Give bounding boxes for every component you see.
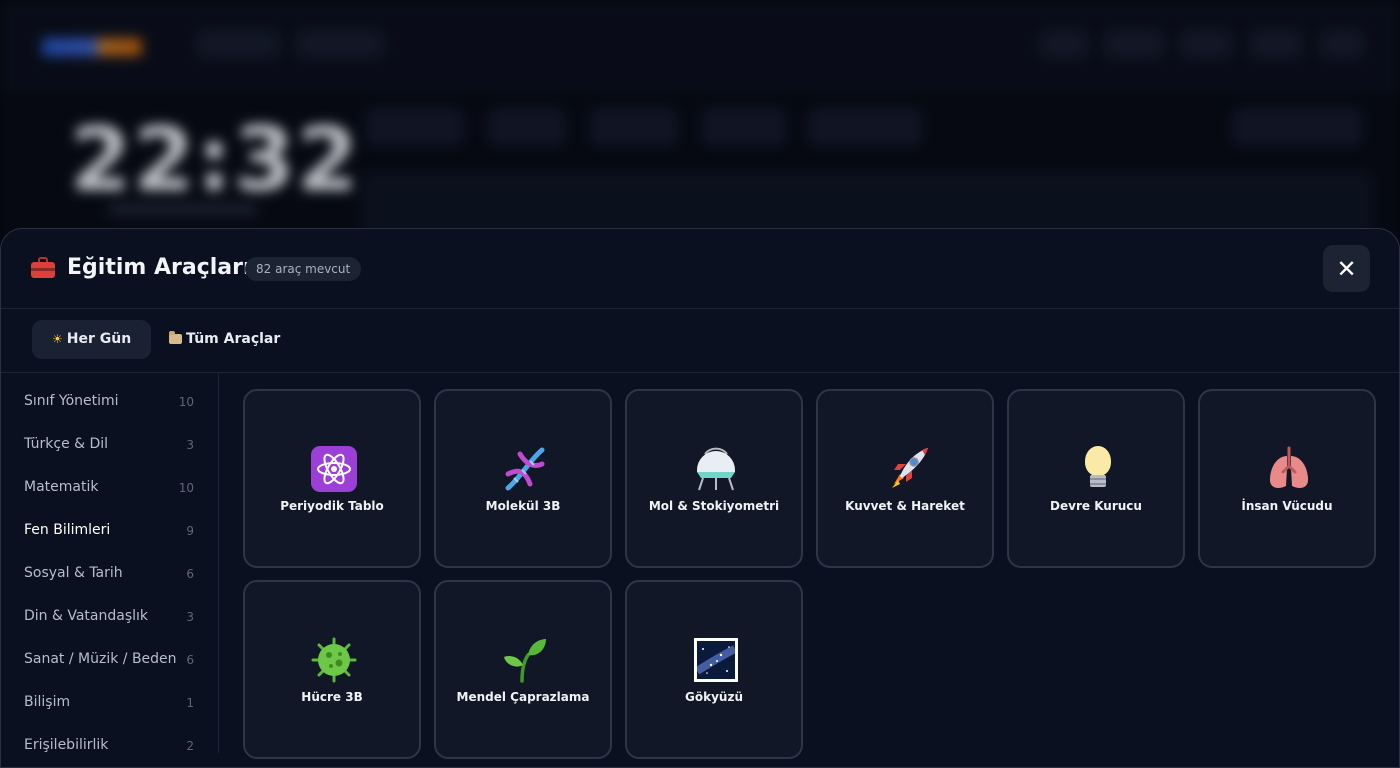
category-item-fen-bilimleri[interactable]: Fen Bilimleri 9 [1,510,218,553]
tab-every-day[interactable]: ☀ Her Gün [32,320,152,359]
atom-icon [309,444,359,494]
background-topbar [0,0,1400,88]
tool-card-mol-stokiyometri[interactable]: Mol & Stokiyometri [625,389,803,568]
tool-label: İnsan Vücudu [1241,499,1333,513]
background-nav-pill [1040,30,1088,58]
category-item-sanat-muzik-beden[interactable]: Sanat / Müzik / Beden 6 [1,639,218,682]
sun-icon: ☀ [52,332,63,346]
microbe-icon [309,635,359,685]
tool-count-badge: 82 araç mevcut [245,257,362,281]
toolbox-icon [31,256,55,278]
category-count: 9 [186,524,194,538]
tab-label: Her Gün [66,331,132,347]
background-date [108,202,258,216]
dna-icon [500,444,550,494]
category-count: 10 [178,481,194,495]
tool-label: Molekül 3B [485,499,561,513]
background-button [488,108,566,146]
category-label: Bilişim [24,694,71,710]
category-label: Fen Bilimleri [24,522,111,538]
close-icon: ✕ [1336,254,1357,283]
seedling-icon [500,635,550,685]
category-count: 3 [186,610,194,624]
background-nav-pill [196,30,280,58]
background-clock: 22:32 [70,108,361,211]
background-nav-pill [1104,30,1164,58]
category-label: Türkçe & Dil [24,436,109,452]
tool-card-devre-kurucu[interactable]: Devre Kurucu [1007,389,1185,568]
tool-label: Periyodik Tablo [280,499,384,513]
category-sidebar: Sınıf Yönetimi 10 Türkçe & Dil 3 Matemat… [1,373,219,753]
category-label: Sınıf Yönetimi [24,393,119,409]
tool-label: Mol & Stokiyometri [648,499,780,513]
background-button [702,108,786,146]
category-label: Sosyal & Tarih [24,565,123,581]
category-item-erisilebilirlik[interactable]: Erişilebilirlik 2 [1,725,218,767]
milky-way-icon [691,635,741,685]
tool-label: Kuvvet & Hareket [845,499,965,513]
background-nav-pill [1250,30,1302,58]
tab-all-tools[interactable]: Tüm Araçlar [149,320,300,359]
folder-icon [169,331,182,344]
category-label: Sanat / Müzik / Beden [24,651,177,667]
category-item-din-vatandaslik[interactable]: Din & Vatandaşlık 3 [1,596,218,639]
lungs-icon [1264,444,1314,494]
tool-card-hucre-3b[interactable]: Hücre 3B [243,580,421,759]
tool-label: Mendel Çaprazlama [456,690,590,704]
category-item-turkce-dil[interactable]: Türkçe & Dil 3 [1,424,218,467]
background-nav-pill [1320,30,1364,58]
flask-icon [691,444,741,494]
tabs-bar: ☀ Her Gün Tüm Araçlar [1,309,1399,373]
light-bulb-icon [1073,444,1123,494]
background-button [1232,108,1362,146]
background-button [808,108,922,146]
background-button [366,108,464,146]
tool-label: Gökyüzü [685,690,743,704]
background-logo [42,38,142,56]
modal-title: Eğitim Araçları [67,255,251,280]
category-item-sosyal-tarih[interactable]: Sosyal & Tarih 6 [1,553,218,596]
category-count: 1 [186,696,194,710]
tab-label: Tüm Araçlar [186,331,281,347]
category-item-matematik[interactable]: Matematik 10 [1,467,218,510]
background-button [590,108,678,146]
background-nav-pill [1180,30,1232,58]
tool-card-molekul-3b[interactable]: Molekül 3B [434,389,612,568]
close-button[interactable]: ✕ [1323,245,1370,292]
category-count: 6 [186,567,194,581]
tool-label: Devre Kurucu [1050,499,1142,513]
category-count: 6 [186,653,194,667]
category-count: 2 [186,739,194,753]
category-count: 3 [186,438,194,452]
background-nav-pill [296,30,384,58]
category-item-sinif-yonetimi[interactable]: Sınıf Yönetimi 10 [1,381,218,424]
tool-card-gokyuzu[interactable]: Gökyüzü [625,580,803,759]
category-item-bilisim[interactable]: Bilişim 1 [1,682,218,725]
education-tools-modal: Eğitim Araçları 82 araç mevcut ✕ ☀ Her Gü… [0,228,1400,768]
tool-card-periyodik-tablo[interactable]: Periyodik Tablo [243,389,421,568]
category-label: Erişilebilirlik [24,737,109,753]
tool-card-kuvvet-hareket[interactable]: Kuvvet & Hareket [816,389,994,568]
rocket-icon [882,444,932,494]
modal-header: Eğitim Araçları 82 araç mevcut ✕ [1,229,1399,309]
tool-label: Hücre 3B [301,690,363,704]
category-count: 10 [178,395,194,409]
tool-card-mendel-caprazlama[interactable]: Mendel Çaprazlama [434,580,612,759]
category-label: Din & Vatandaşlık [24,608,149,624]
tool-card-insan-vucudu[interactable]: İnsan Vücudu [1198,389,1376,568]
category-label: Matematik [24,479,99,495]
